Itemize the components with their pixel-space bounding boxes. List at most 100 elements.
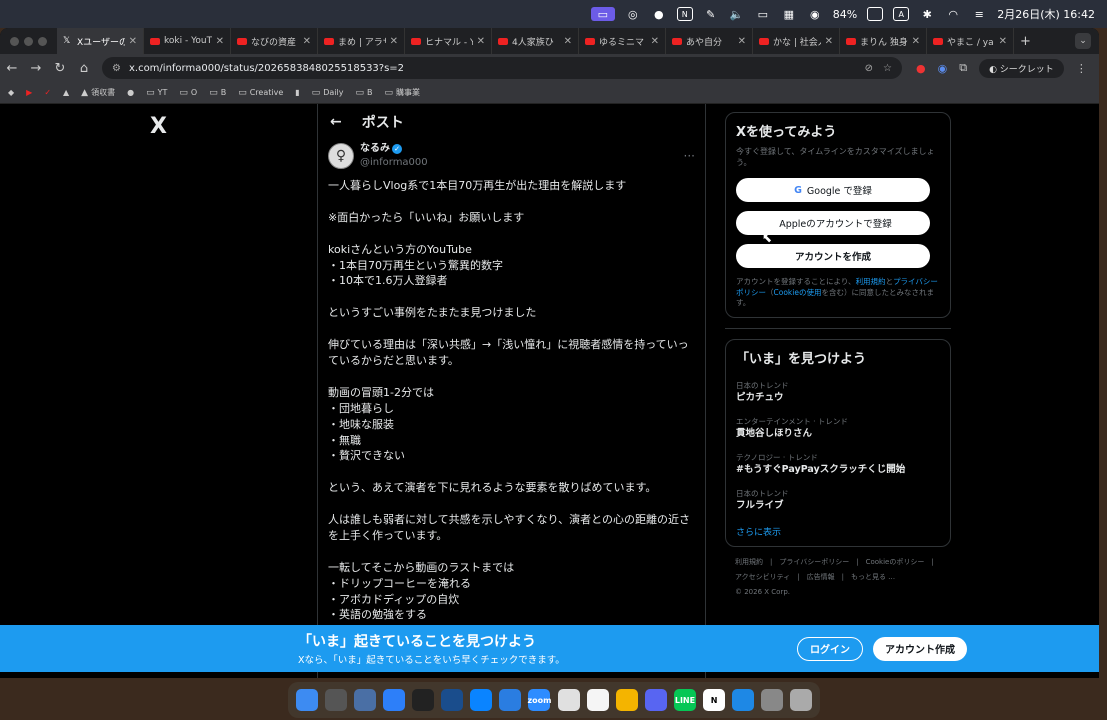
input-mode-icon[interactable]: A <box>893 7 910 21</box>
create-account-button[interactable]: アカウントを作成 <box>736 244 930 268</box>
login-button[interactable]: ログイン <box>797 636 863 661</box>
tab-3[interactable]: まめ | アラサ ✕ <box>318 28 405 54</box>
bookmark-3[interactable]: ▭ B <box>209 88 226 98</box>
app-5-dock-icon[interactable] <box>411 689 434 711</box>
bookmark-2[interactable]: ▭ O <box>179 88 197 98</box>
line-icon[interactable]: ● <box>651 7 667 21</box>
close-tab-icon[interactable]: ✕ <box>303 36 311 47</box>
chrome-dock-icon[interactable] <box>557 689 580 711</box>
kebab-menu-icon[interactable]: ⋮ <box>1076 62 1087 75</box>
app-4-dock-icon[interactable] <box>382 689 405 711</box>
close-window-button[interactable] <box>10 36 19 46</box>
incognito-badge[interactable]: ◐ シークレット <box>979 58 1064 78</box>
bookmark-notion-icon[interactable]: ▮ <box>295 88 299 97</box>
tab-2[interactable]: なびの資産 ✕ <box>231 28 318 54</box>
author-handle[interactable]: @informa000 <box>360 156 428 170</box>
bookmark-7[interactable]: ▭ 購事業 <box>384 87 420 98</box>
author-name[interactable]: なるみ <box>360 143 390 154</box>
app-8-dock-icon[interactable] <box>499 689 522 711</box>
bookmark-pin-icon[interactable]: ✓ <box>44 88 51 97</box>
calendar-icon[interactable]: ▦ <box>781 7 797 21</box>
bookmark-youtube-icon[interactable]: ▶ <box>26 88 32 97</box>
tab-6[interactable]: ゆるミニマ ✕ <box>579 28 666 54</box>
bluetooth-icon[interactable]: ✱ <box>919 7 935 21</box>
address-bar[interactable]: ⚙ x.com/informa000/status/20265838480255… <box>102 57 902 79</box>
close-tab-icon[interactable]: ✕ <box>825 36 833 47</box>
zoom-dock-icon[interactable]: zoom <box>527 689 551 711</box>
bookmark-0[interactable]: ▲ 領収書 <box>81 87 115 98</box>
back-icon[interactable]: ← <box>0 61 24 76</box>
avatar[interactable]: ♀ <box>328 143 354 169</box>
app-7-dock-icon[interactable] <box>470 689 493 711</box>
extension-icon[interactable]: ◉ <box>938 62 948 75</box>
home-icon[interactable]: ⌂ <box>72 61 96 76</box>
tab-1[interactable]: koki - YouT ✕ <box>144 28 231 54</box>
close-tab-icon[interactable]: ✕ <box>912 36 920 47</box>
show-more-link[interactable]: さらに表示 <box>736 525 940 538</box>
bookmark-4[interactable]: ▭ Creative <box>238 88 283 98</box>
battery-icon[interactable] <box>867 7 884 21</box>
app-2-dock-icon[interactable] <box>324 689 347 711</box>
reload-icon[interactable]: ↻ <box>48 61 72 76</box>
close-tab-icon[interactable]: ✕ <box>216 36 224 47</box>
back-arrow-icon[interactable]: ← <box>330 114 342 130</box>
footer-line-1[interactable]: 利用規約 | プライバシーポリシー | Cookieのポリシー | <box>735 555 941 570</box>
bookmark-maps-icon[interactable]: ◆ <box>8 88 14 97</box>
discord-dock-icon[interactable] <box>644 689 667 711</box>
close-tab-icon[interactable]: ✕ <box>477 36 485 47</box>
tab-7[interactable]: あや自分 ✕ <box>666 28 753 54</box>
site-info-icon[interactable]: ⚙ <box>112 63 121 74</box>
wifi-icon[interactable]: ◠ <box>945 7 961 21</box>
extensions-puzzle-icon[interactable]: ⧉ <box>959 61 967 75</box>
cookie-link[interactable]: Cookieの使用 <box>774 288 822 297</box>
finder-dock-icon[interactable] <box>295 689 318 711</box>
bookmark-5[interactable]: ▭ Daily <box>312 88 344 98</box>
app-12-dock-icon[interactable] <box>615 689 638 711</box>
zoom-window-button[interactable] <box>38 36 47 46</box>
eye-off-icon[interactable]: ⊘ <box>865 63 873 74</box>
app-11-dock-icon[interactable] <box>586 689 609 711</box>
tab-9[interactable]: まりん 独身 ✕ <box>840 28 927 54</box>
bookmark-6[interactable]: ▭ B <box>355 88 372 98</box>
close-tab-icon[interactable]: ✕ <box>738 36 746 47</box>
tab-4[interactable]: ヒナマル - Y ✕ <box>405 28 492 54</box>
volume-icon[interactable]: 🔈 <box>729 7 745 21</box>
trend-item[interactable]: エンターテインメント · トレンド 貫地谷しほりさん <box>736 417 940 441</box>
trash-dock-icon[interactable] <box>790 689 813 711</box>
trend-item[interactable]: テクノロジー · トレンド #もうすぐPayPayスクラッチくじ開始 <box>736 453 940 477</box>
hub-icon[interactable]: ◉ <box>807 7 823 21</box>
notion-icon[interactable]: N <box>676 7 693 21</box>
google-signup-button[interactable]: G Google で登録 <box>736 178 930 202</box>
app-16-dock-icon[interactable] <box>732 689 755 711</box>
control-center-icon[interactable]: ≡ <box>971 7 987 21</box>
trend-item[interactable]: 日本のトレンド フルライブ <box>736 489 940 513</box>
threads-icon[interactable]: ◎ <box>625 7 641 21</box>
tab-5[interactable]: 4人家族ひ ✕ <box>492 28 579 54</box>
minimize-window-button[interactable] <box>24 36 33 46</box>
extension-record-icon[interactable]: ● <box>916 62 926 75</box>
edit-icon[interactable]: ✎ <box>703 7 719 21</box>
trend-item[interactable]: 日本のトレンド ピカチュウ <box>736 381 940 405</box>
signup-button[interactable]: アカウント作成 <box>873 636 967 661</box>
footer-line-2[interactable]: アクセシビリティ | 広告情報 | もっと見る … <box>735 570 941 585</box>
screen-record-icon[interactable]: ▭ <box>590 7 615 21</box>
star-icon[interactable]: ☆ <box>883 63 892 74</box>
app-6-dock-icon[interactable] <box>441 689 464 711</box>
bookmark-circle-icon[interactable]: ● <box>127 88 134 97</box>
tab-0[interactable]: 𝕏 Xユーザーの ✕ <box>57 28 144 54</box>
line-dock-icon[interactable]: LINE <box>673 689 696 711</box>
close-tab-icon[interactable]: ✕ <box>129 36 137 47</box>
more-options-icon[interactable]: ··· <box>684 149 695 163</box>
close-tab-icon[interactable]: ✕ <box>390 36 398 47</box>
close-tab-icon[interactable]: ✕ <box>564 36 572 47</box>
notion-dock-icon[interactable]: N <box>703 689 726 711</box>
clock[interactable]: 2月26日(木) 16:42 <box>997 6 1095 22</box>
settings-dock-icon[interactable] <box>761 689 784 711</box>
tab-10[interactable]: やまこ / ya ✕ <box>927 28 1014 54</box>
display-icon[interactable]: ▭ <box>755 7 771 21</box>
new-tab-icon[interactable]: + <box>1020 34 1031 49</box>
x-logo-icon[interactable]: X <box>150 114 167 139</box>
forward-icon[interactable]: → <box>24 61 48 76</box>
terms-link[interactable]: 利用規約 <box>856 277 886 286</box>
tab-search-icon[interactable]: ⌄ <box>1075 33 1091 49</box>
